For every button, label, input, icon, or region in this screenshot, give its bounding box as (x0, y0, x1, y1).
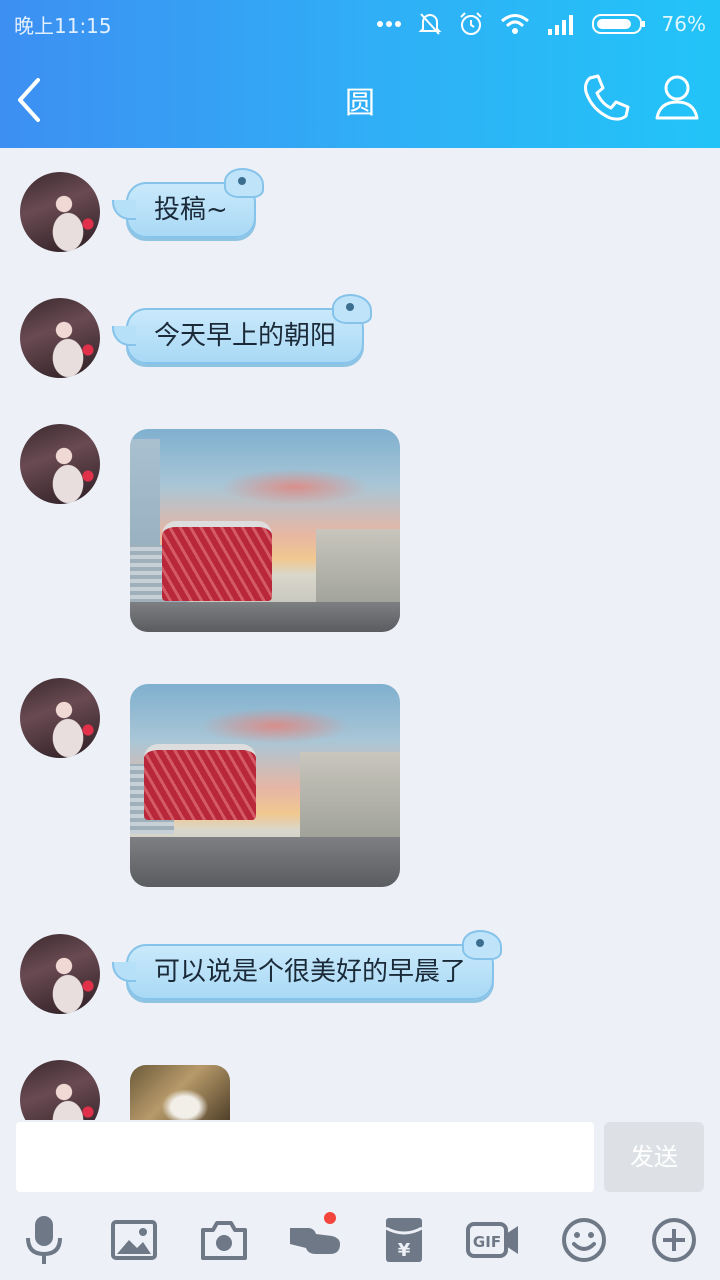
chat-header: 晚上11:15 76% 圆 (0, 0, 720, 148)
gif-icon: GIF (466, 1222, 518, 1258)
profile-button[interactable] (652, 72, 702, 122)
message-bubble[interactable]: 投稿~ (112, 168, 264, 238)
image-message[interactable] (130, 429, 400, 632)
nav-bar: 圆 (0, 48, 720, 148)
avatar[interactable] (20, 678, 100, 758)
signal-icon (547, 15, 573, 35)
plus-icon (652, 1218, 696, 1262)
avatar[interactable] (20, 172, 100, 252)
more-button[interactable] (646, 1212, 702, 1268)
poke-button[interactable] (286, 1212, 342, 1268)
image-message[interactable] (130, 684, 400, 887)
composer-toolbar: ¥ GIF (0, 1202, 720, 1280)
message-text: 投稿~ (154, 195, 228, 225)
status-icons: 76% (376, 11, 706, 37)
battery-icon (591, 14, 645, 34)
person-icon (655, 75, 699, 120)
message-bubble[interactable]: 可以说是个很美好的早晨了 (111, 930, 503, 1000)
message-text: 可以说是个很美好的早晨了 (154, 957, 467, 987)
image-icon (111, 1220, 157, 1260)
avatar[interactable] (20, 424, 100, 504)
bubble-ear-decoration (332, 294, 373, 324)
bubble-ear-decoration (223, 168, 264, 198)
phone-icon (584, 74, 630, 121)
status-time: 晚上11:15 (14, 13, 112, 38)
battery-percent: 76% (661, 12, 706, 36)
notification-dot (324, 1212, 336, 1224)
image-message[interactable] (130, 1065, 230, 1120)
yuan-symbol: ¥ (398, 1240, 411, 1261)
composer-bar: 发送 (0, 1120, 720, 1202)
gif-label: GIF (473, 1233, 501, 1251)
camera-icon (201, 1221, 247, 1260)
microphone-icon (26, 1216, 62, 1264)
red-packet-icon: ¥ (385, 1218, 423, 1262)
bubble-ear-decoration (462, 930, 503, 960)
camera-button[interactable] (196, 1212, 252, 1268)
voice-call-button[interactable] (580, 72, 632, 124)
voice-button[interactable] (16, 1212, 72, 1268)
more-dots-icon (376, 21, 401, 27)
send-button[interactable]: 发送 (604, 1122, 704, 1192)
message-text: 今天早上的朝阳 (154, 321, 337, 351)
emoji-icon (562, 1218, 606, 1262)
wifi-icon (500, 14, 529, 34)
avatar[interactable] (20, 298, 100, 378)
message-list[interactable]: 投稿~ 今天早上的朝阳 可以说是个很美好的早晨了 (0, 148, 720, 1120)
photo-album-button[interactable] (106, 1212, 162, 1268)
emoji-button[interactable] (556, 1212, 612, 1268)
status-bar: 晚上11:15 76% (0, 0, 720, 48)
alarm-icon (459, 12, 482, 35)
red-packet-button[interactable]: ¥ (376, 1212, 432, 1268)
avatar[interactable] (20, 934, 100, 1014)
poke-icon (290, 1228, 340, 1254)
gif-button[interactable]: GIF (466, 1212, 522, 1268)
message-input[interactable] (16, 1122, 594, 1192)
avatar[interactable] (20, 1060, 100, 1120)
mute-bell-icon (418, 13, 441, 35)
message-bubble[interactable]: 今天早上的朝阳 (111, 294, 373, 364)
